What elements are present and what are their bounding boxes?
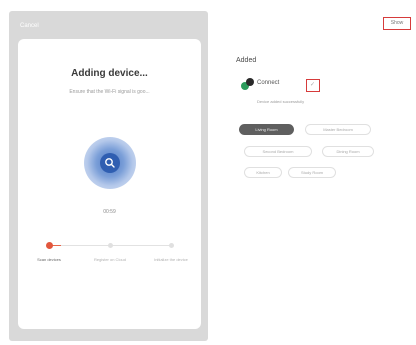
room-chip-study-room[interactable]: Study Room bbox=[288, 167, 336, 178]
step-label-scan: Scan devices bbox=[37, 257, 61, 262]
phone-screen: Cancel Adding device... Ensure that the … bbox=[9, 11, 208, 341]
room-chip-master-bedroom[interactable]: Master Bedroom bbox=[305, 124, 371, 135]
device-name: Connect bbox=[257, 80, 280, 86]
device-edit-button[interactable]: ✓ bbox=[306, 79, 320, 92]
step-dot-register bbox=[108, 243, 113, 248]
step-dot-initialize bbox=[169, 243, 174, 248]
room-chip-dining-room[interactable]: Dining Room bbox=[322, 146, 374, 157]
room-chip-second-bedroom[interactable]: Second Bedroom bbox=[244, 146, 312, 157]
page: Cancel Adding device... Ensure that the … bbox=[0, 0, 416, 345]
device-icon bbox=[241, 78, 254, 91]
scanning-radar bbox=[84, 137, 136, 189]
search-icon bbox=[100, 153, 120, 173]
room-chip-living-room[interactable]: Living Room bbox=[239, 124, 294, 135]
step-dot-scan bbox=[46, 242, 53, 249]
progress-label: 00:59 bbox=[103, 209, 116, 215]
section-title-added: Added bbox=[236, 57, 257, 64]
step-label-initialize: Initialize the device bbox=[154, 257, 188, 262]
device-description: Device added successfully bbox=[257, 99, 305, 104]
adding-device-card: Adding device... Ensure that the Wi-Fi s… bbox=[18, 39, 201, 329]
cancel-button[interactable]: Cancel bbox=[20, 23, 39, 29]
check-icon: ✓ bbox=[310, 82, 316, 88]
step-label-register: Register on Cloud bbox=[93, 257, 127, 262]
show-button[interactable]: Show bbox=[383, 17, 411, 30]
room-chip-kitchen[interactable]: Kitchen bbox=[244, 167, 282, 178]
page-title: Adding device... bbox=[71, 68, 148, 79]
wifi-hint: Ensure that the Wi-Fi signal is goo... bbox=[69, 89, 150, 95]
